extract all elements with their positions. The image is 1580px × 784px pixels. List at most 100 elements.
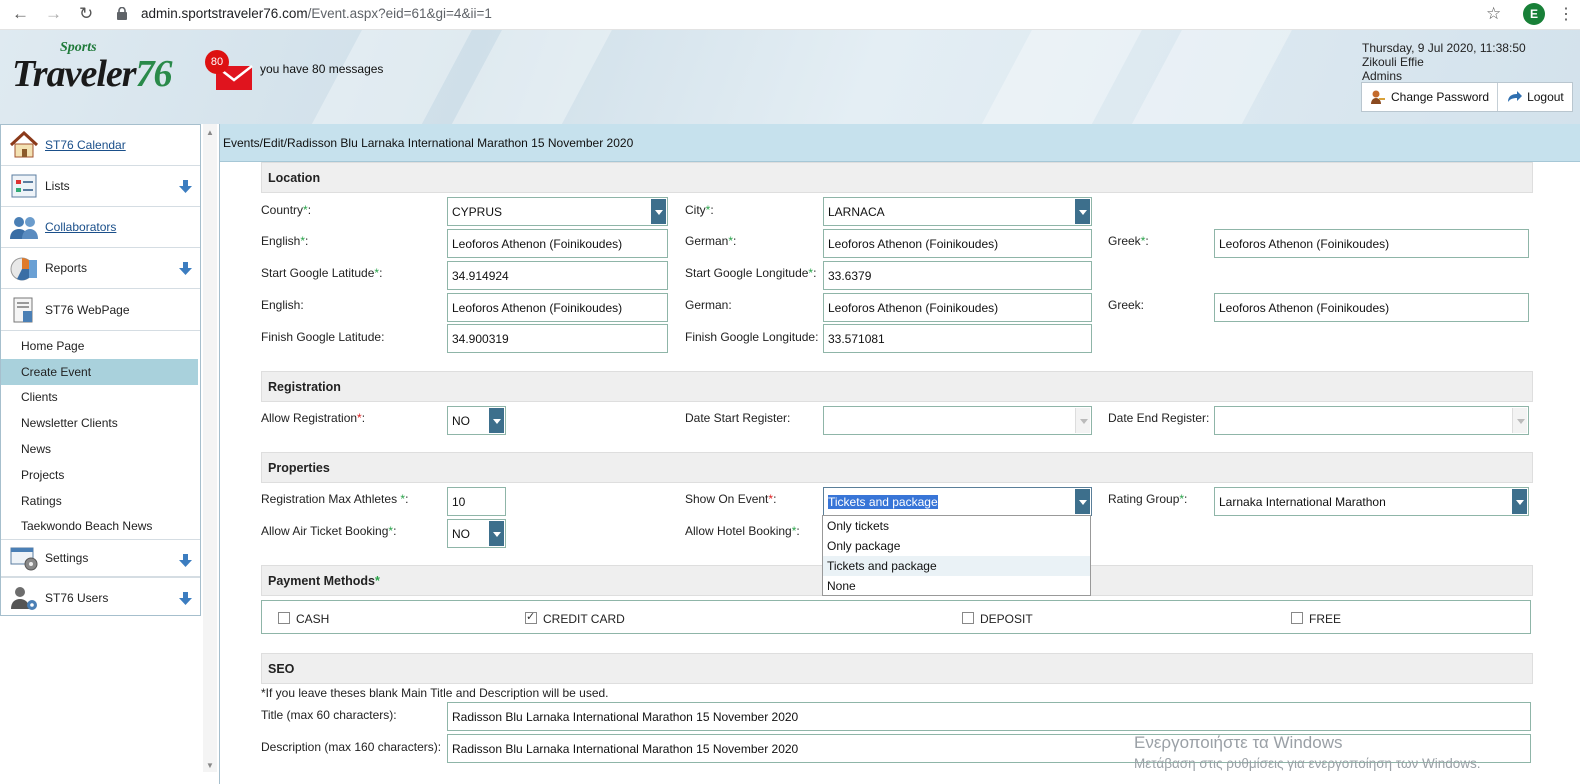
start-latitude-label: Start Google Latitude*: (261, 266, 383, 280)
payment-methods-box: CASH CREDIT CARD DEPOSIT FREE (261, 600, 1531, 634)
english-finish-input[interactable]: Leoforos Athenon (Foinikoudes) (447, 293, 668, 322)
forward-icon[interactable]: → (45, 5, 62, 23)
logout-button[interactable]: Logout (1498, 83, 1572, 111)
english-start-input[interactable]: Leoforos Athenon (Foinikoudes) (447, 229, 668, 258)
seo-title-label: Title (max 60 characters): (261, 708, 397, 722)
show-on-event-select[interactable]: Tickets and package (823, 487, 1092, 516)
city-select[interactable]: LARNACA (823, 197, 1092, 226)
key-user-icon (1371, 90, 1385, 104)
sidebar-item-webpage[interactable]: ST76 WebPage (1, 289, 200, 330)
max-athletes-input[interactable]: 10 (447, 487, 506, 516)
dropdown-option[interactable]: Only package (823, 536, 1090, 556)
messages-text[interactable]: you have 80 messages (260, 62, 383, 76)
bookmark-star-icon[interactable]: ☆ (1486, 4, 1501, 24)
seo-title-input[interactable]: Radisson Blu Larnaka International Marat… (447, 702, 1531, 731)
browser-toolbar: ← → ↻ admin.sportstraveler76.com/Event.a… (0, 0, 1580, 30)
air-ticket-label: Allow Air Ticket Booking*: (261, 524, 397, 538)
sidebar-item-collaborators[interactable]: Collaborators (1, 207, 200, 248)
back-icon[interactable]: ← (12, 5, 29, 23)
free-checkbox[interactable] (1291, 612, 1303, 624)
rating-group-label: Rating Group*: (1108, 492, 1188, 506)
dropdown-option[interactable]: None (823, 576, 1090, 596)
sidebar-item-calendar[interactable]: ST76 Calendar (1, 125, 200, 166)
finish-longitude-input[interactable]: 33.571081 (823, 324, 1092, 353)
chevron-down-icon[interactable] (1075, 408, 1090, 433)
date-end-register-input[interactable] (1214, 406, 1529, 435)
sidebar-item-reports[interactable]: Reports (1, 248, 200, 289)
sidebar-subitem[interactable]: Clients (1, 385, 200, 411)
profile-avatar[interactable]: E (1523, 3, 1545, 25)
webpage-icon (13, 297, 33, 322)
properties-section-header: Properties (261, 452, 1533, 483)
url-path: /Event.aspx?eid=61&gi=4&ii=1 (307, 6, 492, 21)
chevron-down-icon[interactable] (1512, 408, 1527, 433)
sports-traveler-logo[interactable]: Sports Traveler76 (10, 40, 185, 100)
user-info: Thursday, 9 Jul 2020, 11:38:50 Zikouli E… (1362, 41, 1526, 83)
sidebar-item-label: Reports (45, 261, 88, 275)
dropdown-option[interactable]: Only tickets (823, 516, 1090, 536)
chevron-down-icon[interactable] (489, 408, 504, 433)
logout-label: Logout (1527, 90, 1564, 104)
greek-finish-input[interactable]: Leoforos Athenon (Foinikoudes) (1214, 293, 1529, 322)
main-content: Events/Edit/Radisson Blu Larnaka Interna… (219, 124, 1580, 784)
date-start-register-input[interactable] (823, 406, 1092, 435)
datetime: Thursday, 9 Jul 2020, 11:38:50 (1362, 41, 1526, 55)
change-password-label: Change Password (1391, 90, 1490, 104)
chevron-down-icon[interactable] (651, 199, 666, 224)
expand-arrow-icon[interactable] (179, 262, 192, 275)
chevron-down-icon[interactable] (1512, 489, 1527, 514)
finish-latitude-input[interactable]: 34.900319 (447, 324, 668, 353)
sidebar-subitem[interactable]: Ratings (1, 488, 200, 514)
reload-icon[interactable]: ↻ (79, 5, 93, 23)
english-label: English*: (261, 234, 309, 248)
scroll-up-icon[interactable]: ▲ (206, 128, 214, 137)
expand-arrow-icon[interactable] (179, 180, 192, 193)
german-label: German*: (685, 234, 737, 248)
sidebar-subitem[interactable]: Projects (1, 462, 200, 488)
deposit-checkbox[interactable] (962, 612, 974, 624)
german-finish-input[interactable]: Leoforos Athenon (Foinikoudes) (823, 293, 1092, 322)
site-header: Sports Traveler76 80 you have 80 message… (0, 30, 1580, 124)
sidebar-item-label[interactable]: Collaborators (45, 220, 116, 234)
chevron-down-icon[interactable] (489, 521, 504, 546)
sidebar-subitem[interactable]: Taekwondo Beach News (1, 514, 200, 540)
chevron-down-icon[interactable] (1075, 489, 1090, 514)
german-start-input[interactable]: Leoforos Athenon (Foinikoudes) (823, 229, 1092, 258)
allow-registration-label: Allow Registration*: (261, 411, 366, 425)
dropdown-option-selected[interactable]: Tickets and package (823, 556, 1090, 576)
user-settings-icon (11, 587, 37, 611)
expand-arrow-icon[interactable] (179, 592, 192, 606)
list-icon (11, 174, 37, 198)
credit-card-checkbox[interactable] (525, 610, 537, 624)
rating-group-select[interactable]: Larnaka International Marathon (1214, 487, 1529, 516)
greek-start-input[interactable]: Leoforos Athenon (Foinikoudes) (1214, 229, 1529, 258)
sidebar-item-settings[interactable]: Settings (1, 539, 200, 578)
sidebar-scrollbar[interactable]: ▲ ▼ (203, 124, 217, 772)
scroll-down-icon[interactable]: ▼ (206, 761, 214, 770)
sidebar-item-lists[interactable]: Lists (1, 166, 200, 207)
sidebar-item-label[interactable]: ST76 Calendar (45, 138, 126, 152)
address-bar[interactable]: admin.sportstraveler76.com/Event.aspx?ei… (141, 6, 492, 21)
finish-latitude-label: Finish Google Latitude: (261, 330, 385, 344)
start-longitude-input[interactable]: 33.6379 (823, 261, 1092, 290)
start-latitude-input[interactable]: 34.914924 (447, 261, 668, 290)
country-select[interactable]: CYPRUS (447, 197, 668, 226)
country-label: Country*: (261, 203, 312, 217)
chevron-down-icon[interactable] (1075, 199, 1090, 224)
expand-arrow-icon[interactable] (179, 554, 192, 568)
change-password-button[interactable]: Change Password (1362, 83, 1499, 111)
sidebar-subitem[interactable]: Home Page (1, 333, 200, 359)
air-ticket-select[interactable]: NO (447, 519, 506, 548)
browser-menu-icon[interactable]: ⋮ (1558, 4, 1574, 24)
url-domain: admin.sportstraveler76.com (141, 6, 308, 21)
free-label: FREE (1309, 612, 1342, 626)
cash-checkbox[interactable] (278, 612, 290, 624)
allow-registration-select[interactable]: NO (447, 406, 506, 435)
settings-icon (10, 547, 38, 571)
sidebar-item-users[interactable]: ST76 Users (1, 577, 200, 618)
lock-icon[interactable] (117, 7, 127, 20)
sidebar-subitem[interactable]: News (1, 436, 200, 462)
sidebar-subitem-active[interactable]: Create Event (1, 358, 198, 385)
english-finish-label: English: (261, 298, 304, 312)
sidebar-subitem[interactable]: Newsletter Clients (1, 410, 200, 436)
